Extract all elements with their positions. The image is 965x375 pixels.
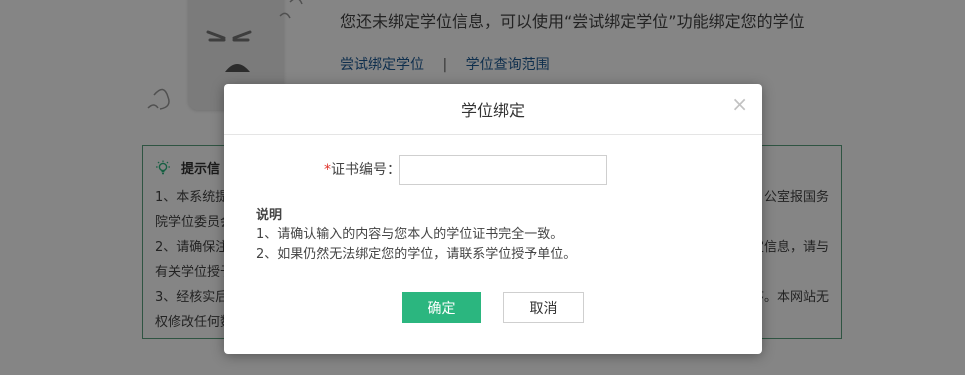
close-icon[interactable]: ×: [731, 94, 748, 114]
certificate-number-row: *证书编号：: [224, 155, 762, 185]
certificate-number-label: *证书编号：: [324, 155, 401, 185]
confirm-button[interactable]: 确定: [402, 292, 481, 323]
explanation-line: 1、请确认输入的内容与您本人的学位证书完全一致。: [256, 227, 564, 242]
dialog-title: 学位绑定: [460, 101, 525, 120]
certificate-number-input[interactable]: [399, 155, 607, 185]
cancel-button[interactable]: 取消: [503, 292, 584, 323]
explanation-line: 2、如果仍然无法绑定您的学位，请联系学位授予单位。: [256, 247, 577, 262]
explanation: 说明 1、请确认输入的内容与您本人的学位证书完全一致。 2、如果仍然无法绑定您的…: [256, 204, 576, 265]
dialog-header: 学位绑定 ×: [224, 84, 762, 135]
degree-binding-dialog: 学位绑定 × *证书编号： 说明 1、请确认输入的内容与您本人的学位证书完全一致…: [224, 84, 762, 354]
explanation-heading: 说明: [256, 208, 283, 223]
required-mark: *: [324, 162, 331, 178]
certificate-number-label-text: 证书编号：: [331, 162, 401, 178]
